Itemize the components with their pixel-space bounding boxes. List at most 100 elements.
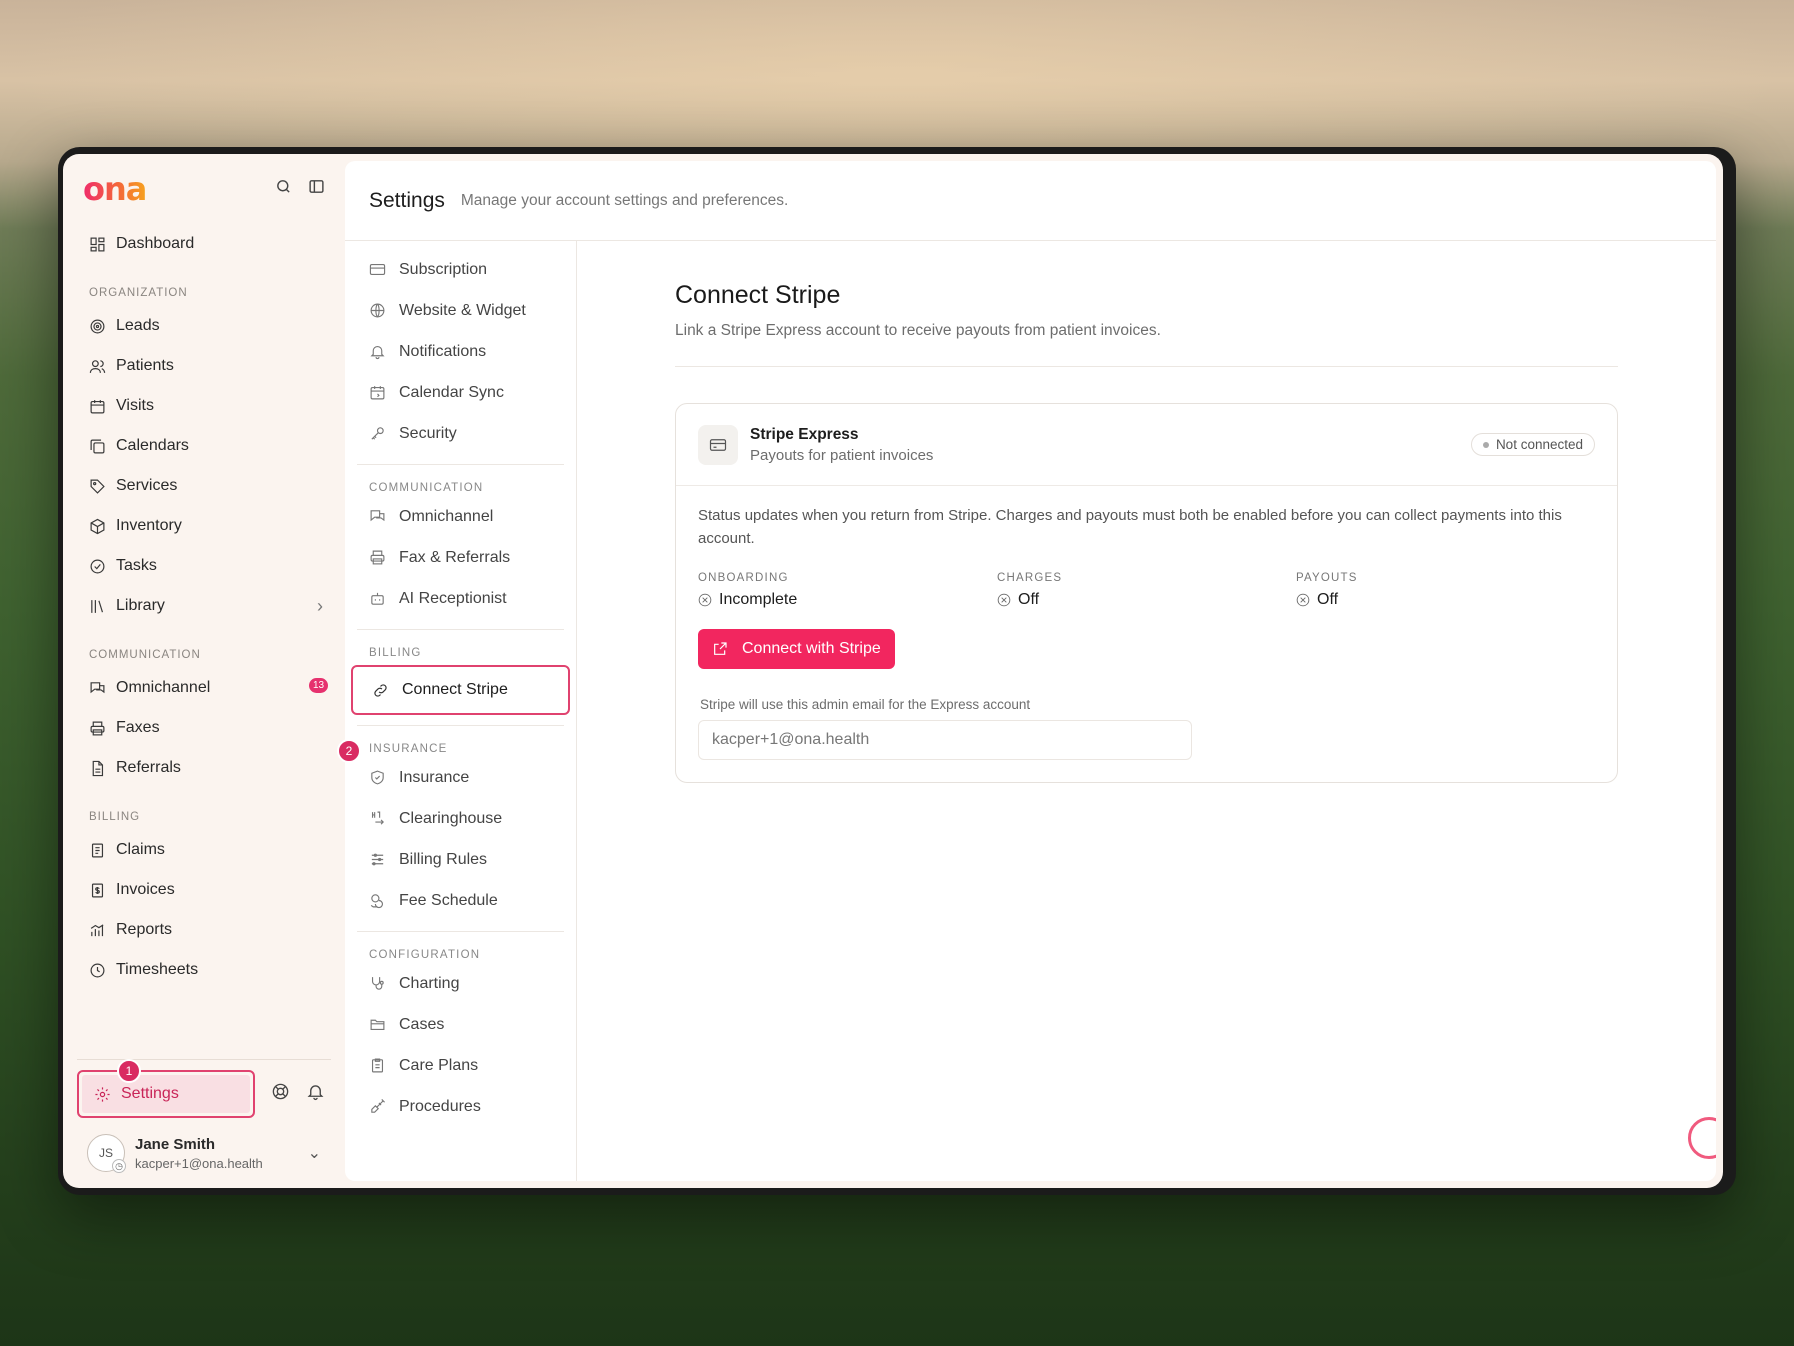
coins-icon — [370, 894, 383, 909]
invoice-icon — [91, 883, 104, 897]
syringe-icon — [371, 1099, 385, 1113]
sidebar-item-library[interactable]: Library › — [77, 586, 331, 626]
connect-with-stripe-button[interactable]: Connect with Stripe — [698, 629, 895, 669]
user-menu[interactable]: JS ◷ Jane Smith kacper+1@ona.health ⌄ — [77, 1118, 331, 1188]
sidebar-toggle-icon[interactable] — [308, 178, 325, 200]
subnav-item-care-plans[interactable]: Care Plans — [357, 1045, 564, 1086]
app-window: ona Dashboard ORGANIZATION Leads Patient… — [58, 147, 1736, 1195]
metric-label: CHARGES — [997, 572, 1063, 584]
sidebar-item-referrals[interactable]: Referrals — [77, 748, 331, 788]
metric-label: ONBOARDING — [698, 572, 789, 584]
subnav-item-omnichannel[interactable]: Omnichannel — [357, 496, 564, 537]
subnav-item-cases[interactable]: Cases — [357, 1004, 564, 1045]
sidebar-item-faxes[interactable]: Faxes — [77, 708, 331, 748]
subnav-label: Subscription — [399, 260, 488, 278]
status-dot — [1482, 441, 1489, 448]
sidebar-item-invoices[interactable]: Invoices — [77, 870, 331, 910]
subnav-item-security[interactable]: Security — [357, 413, 564, 454]
subnav-item-website-widget[interactable]: Website & Widget — [357, 290, 564, 331]
page-title: Settings — [369, 188, 445, 212]
sidebar-item-claims[interactable]: Claims — [77, 830, 331, 870]
chat-icon — [370, 510, 385, 522]
panel-title: Connect Stripe — [675, 281, 841, 309]
bell-icon[interactable] — [306, 1082, 325, 1106]
sidebar-item-omnichannel[interactable]: Omnichannel 13 — [77, 668, 331, 708]
subnav-item-charting[interactable]: Charting — [357, 963, 564, 1004]
help-icon[interactable] — [271, 1082, 290, 1106]
file-icon — [92, 760, 104, 776]
divider — [77, 1059, 331, 1060]
sidebar-item-patients[interactable]: Patients — [77, 346, 331, 386]
admin-email-field[interactable] — [698, 720, 1192, 760]
library-icon — [91, 599, 104, 613]
subnav-section-communication: COMMUNICATION — [369, 482, 484, 494]
sidebar-item-dashboard[interactable]: Dashboard — [77, 224, 331, 264]
subnav-item-connect-stripe[interactable]: Connect Stripe — [351, 665, 570, 715]
subnav-section-configuration: CONFIGURATION — [369, 949, 481, 961]
subnav-label: Clearinghouse — [399, 809, 503, 827]
printer-icon — [370, 550, 385, 565]
search-icon[interactable] — [275, 178, 292, 200]
sidebar-section-organization: ORGANIZATION — [89, 287, 188, 299]
sidebar-item-reports[interactable]: Reports — [77, 910, 331, 950]
status-clock-icon: ◷ — [112, 1159, 126, 1173]
sidebar-item-label: Referrals — [116, 759, 181, 776]
subnav-item-billing-rules[interactable]: Billing Rules — [357, 839, 564, 880]
metric-payouts: PAYOUTS Off — [1296, 572, 1595, 609]
settings-button[interactable]: Settings — [77, 1070, 255, 1118]
logo-row: ona — [77, 154, 331, 224]
sidebar-item-label: Claims — [116, 841, 165, 858]
sidebar-item-label: Timesheets — [116, 961, 199, 978]
subnav-item-fee-schedule[interactable]: Fee Schedule — [357, 880, 564, 921]
stethoscope-icon — [371, 977, 384, 990]
avatar-initials: JS — [98, 1146, 113, 1160]
sidebar-item-calendars[interactable]: Calendars — [77, 426, 331, 466]
sidebar-item-inventory[interactable]: Inventory — [77, 506, 331, 546]
sidebar-item-label: Inventory — [116, 517, 182, 534]
subnav-label: Security — [399, 424, 457, 442]
subnav-item-clearinghouse[interactable]: Clearinghouse — [357, 798, 564, 839]
external-link-icon — [714, 642, 727, 655]
chevron-right-icon: › — [317, 595, 323, 616]
calendar-icon — [90, 399, 105, 413]
user-email: kacper+1@ona.health — [135, 1155, 263, 1171]
app-logo[interactable]: ona — [83, 170, 147, 208]
sidebar-section-billing: BILLING — [89, 811, 141, 823]
sidebar-item-timesheets[interactable]: Timesheets — [77, 950, 331, 990]
subnav-item-subscription[interactable]: Subscription — [357, 249, 564, 290]
panel-subtitle: Link a Stripe Express account to receive… — [675, 322, 1161, 339]
sidebar-item-visits[interactable]: Visits — [77, 386, 331, 426]
stripe-express-card: Stripe Express Payouts for patient invoi… — [675, 403, 1618, 783]
clock-icon — [90, 963, 105, 977]
sidebar-bottom: Settings JS ◷ Jane Smith kacper+1@ona.he… — [77, 1059, 331, 1188]
subnav-label: Insurance — [399, 768, 470, 786]
target-icon — [90, 319, 105, 333]
unread-count-badge: 13 — [309, 678, 329, 693]
subnav-item-notifications[interactable]: Notifications — [357, 331, 564, 372]
subnav-label: Billing Rules — [399, 850, 488, 868]
box-icon — [90, 518, 105, 534]
user-name: Jane Smith — [135, 1135, 216, 1153]
sidebar-section-communication: COMMUNICATION — [89, 649, 201, 661]
sliders-icon — [371, 853, 384, 866]
sidebar-item-label: Tasks — [116, 557, 157, 574]
sidebar-item-leads[interactable]: Leads — [77, 306, 331, 346]
sidebar-item-label: Faxes — [116, 719, 160, 736]
subnav-label: Charting — [399, 974, 460, 992]
subnav-label: Connect Stripe — [402, 681, 508, 698]
check-circle-icon — [90, 559, 105, 573]
folder-icon — [370, 1019, 385, 1031]
subnav-item-calendar-sync[interactable]: Calendar Sync — [357, 372, 564, 413]
sidebar-item-tasks[interactable]: Tasks — [77, 546, 331, 586]
subnav-item-ai-receptionist[interactable]: AI Receptionist — [357, 578, 564, 619]
step-marker-2: 2 — [337, 739, 361, 763]
subnav-item-insurance[interactable]: Insurance — [357, 757, 564, 798]
app-screen: ona Dashboard ORGANIZATION Leads Patient… — [63, 154, 1723, 1188]
clipboard-list-icon — [91, 843, 104, 857]
subnav-label: AI Receptionist — [399, 589, 507, 607]
sidebar-item-services[interactable]: Services — [77, 466, 331, 506]
sidebar-item-label: Library — [116, 597, 165, 614]
chevron-down-icon: ⌄ — [307, 1145, 321, 1162]
subnav-item-procedures[interactable]: Procedures — [357, 1086, 564, 1127]
subnav-item-fax-referrals[interactable]: Fax & Referrals — [357, 537, 564, 578]
